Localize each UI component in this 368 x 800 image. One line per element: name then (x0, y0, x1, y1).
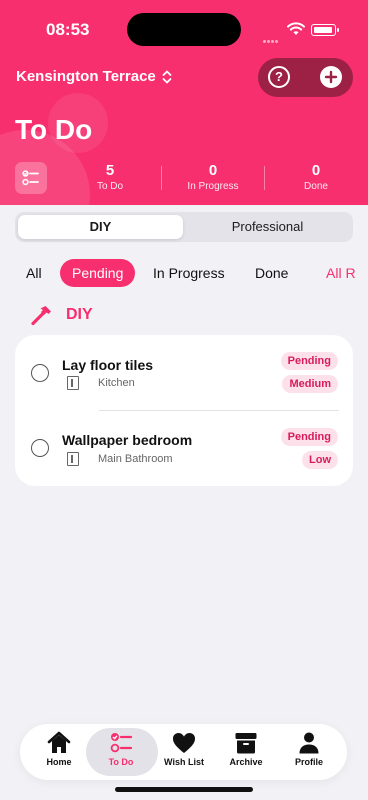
stat-divider (161, 166, 162, 190)
filter-all-rooms[interactable]: All R (326, 259, 356, 287)
home-indicator (115, 787, 253, 792)
tab-wishlist[interactable]: Wish List (153, 730, 215, 767)
stat-todo-label: To Do (96, 181, 124, 192)
stat-todo: 5 To Do (65, 162, 155, 194)
priority-badge: Low (302, 451, 338, 469)
row-divider (99, 410, 339, 411)
filter-all[interactable]: All (26, 259, 42, 287)
stat-done: 0 Done (271, 162, 361, 194)
section-header: DIY (30, 303, 93, 327)
stat-done-label: Done (304, 181, 328, 192)
tab-home[interactable]: Home (28, 730, 90, 767)
door-icon (67, 376, 79, 390)
plus-icon (324, 70, 338, 84)
tab-todo[interactable]: To Do (90, 730, 152, 767)
task-checkbox[interactable] (31, 439, 49, 457)
chevron-updown-icon (162, 70, 172, 83)
tab-profile-label: Profile (294, 757, 323, 767)
heart-icon (173, 733, 195, 753)
stat-in-progress-value: 0 (208, 162, 218, 179)
tab-archive-label: Archive (229, 757, 263, 767)
segment-diy[interactable]: DIY (18, 215, 183, 239)
wifi-icon (287, 22, 305, 35)
person-icon (299, 732, 319, 754)
checklist-icon (110, 733, 133, 753)
signal-dots-icon (263, 30, 281, 43)
tab-wishlist-label: Wish List (164, 757, 204, 767)
segmented-control: DIY Professional (15, 212, 353, 242)
task-room: Kitchen (98, 377, 135, 389)
location-name: Kensington Terrace (16, 68, 156, 85)
task-checkbox[interactable] (31, 364, 49, 382)
tab-profile[interactable]: Profile (278, 730, 340, 767)
task-room: Main Bathroom (98, 453, 173, 465)
task-card: Lay floor tiles Kitchen Pending Medium W… (15, 335, 353, 486)
hammer-icon (31, 306, 51, 326)
segment-professional[interactable]: Professional (185, 215, 350, 239)
stat-divider (264, 166, 265, 190)
help-button[interactable]: ? (268, 66, 290, 88)
tab-archive[interactable]: Archive (215, 730, 277, 767)
task-title[interactable]: Lay floor tiles (62, 357, 153, 373)
filter-in-progress[interactable]: In Progress (153, 259, 225, 287)
stat-done-value: 0 (311, 162, 321, 179)
tab-todo-label: To Do (108, 757, 134, 767)
tab-home-label: Home (46, 757, 72, 767)
status-badge: Pending (280, 352, 338, 370)
stat-in-progress: 0 In Progress (168, 162, 258, 194)
battery-icon (311, 24, 339, 36)
filter-pending[interactable]: Pending (60, 259, 136, 287)
tab-bar: Home To Do Wish List Archive Profile (20, 724, 347, 780)
add-button[interactable] (320, 66, 342, 88)
stat-in-progress-label: In Progress (187, 181, 239, 192)
page-title: To Do (15, 114, 93, 145)
filter-done[interactable]: Done (255, 259, 288, 287)
section-title: DIY (66, 306, 93, 323)
priority-badge: Medium (282, 375, 338, 393)
home-icon (47, 731, 71, 753)
dynamic-island (127, 13, 241, 46)
door-icon (67, 452, 79, 466)
status-badge: Pending (280, 428, 338, 446)
location-selector[interactable]: Kensington Terrace (16, 68, 172, 85)
archive-icon (235, 733, 257, 754)
task-title[interactable]: Wallpaper bedroom (62, 432, 192, 448)
stat-todo-value: 5 (105, 162, 115, 179)
status-time: 08:53 (46, 20, 90, 39)
checklist-icon (15, 162, 47, 194)
